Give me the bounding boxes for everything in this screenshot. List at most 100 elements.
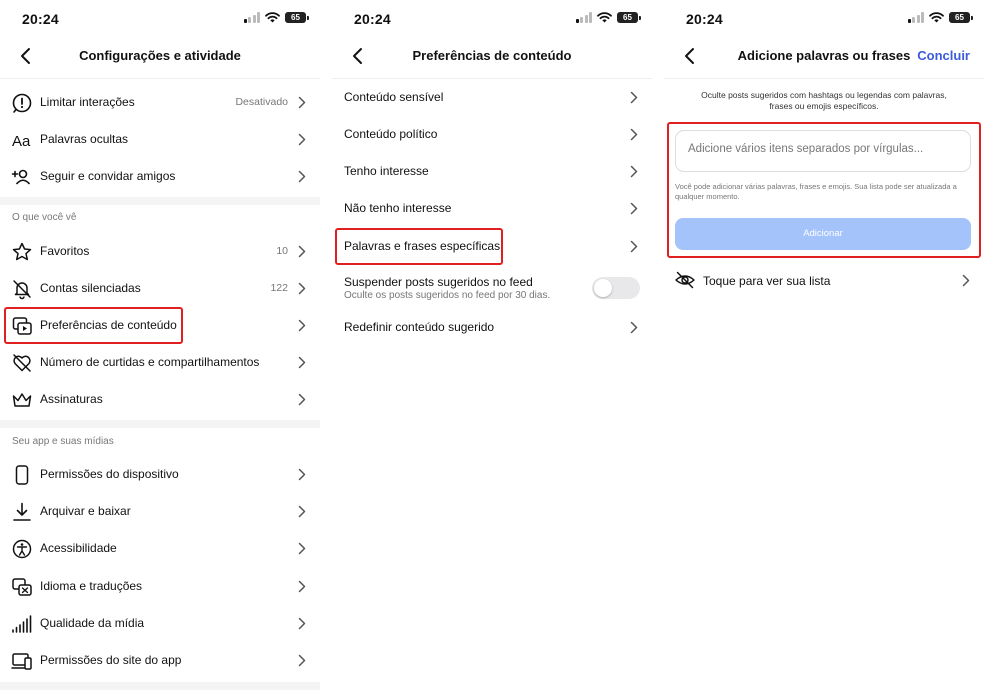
back-arrow-icon[interactable] bbox=[346, 44, 370, 68]
cellular-signal-icon bbox=[907, 12, 924, 23]
add-button[interactable]: Adicionar bbox=[675, 218, 971, 250]
menu-item-muted-accounts[interactable]: Contas silenciadas 122 bbox=[0, 270, 320, 307]
page-title: Adicione palavras ou frases bbox=[737, 48, 911, 63]
words-input-container bbox=[675, 130, 971, 172]
menu-item-specific-words[interactable]: Palavras e frases específicas bbox=[332, 228, 652, 265]
menu-item-label: Palavras e frases específicas bbox=[344, 239, 501, 253]
view-list-row[interactable]: Toque para ver sua lista bbox=[664, 264, 984, 298]
wifi-icon bbox=[597, 12, 612, 23]
content-preferences-screen: 20:24 65 Preferências de conteúdo Conteú… bbox=[332, 0, 652, 695]
chevron-right-icon bbox=[298, 170, 306, 183]
menu-item-label: Não tenho interesse bbox=[344, 201, 452, 215]
nav-header: Preferências de conteúdo bbox=[332, 38, 652, 74]
menu-item-follow-invite[interactable]: Seguir e convidar amigos bbox=[0, 158, 320, 195]
section-label-what-you-see: O que você vê bbox=[12, 212, 77, 223]
battery-icon: 65 bbox=[949, 12, 973, 23]
menu-item-label: Limitar interações bbox=[40, 95, 135, 109]
back-arrow-icon[interactable] bbox=[678, 44, 702, 68]
menu-item-value: Desativado bbox=[235, 96, 288, 108]
back-arrow-icon[interactable] bbox=[14, 44, 38, 68]
nav-header: Adicione palavras ou frases Concluir bbox=[664, 38, 984, 74]
menu-item-label: Idioma e traduções bbox=[40, 579, 143, 593]
chevron-right-icon bbox=[298, 654, 306, 667]
status-time: 20:24 bbox=[22, 11, 59, 27]
menu-item-label: Seguir e convidar amigos bbox=[40, 169, 176, 183]
download-icon bbox=[13, 502, 31, 521]
section-divider bbox=[0, 420, 320, 428]
menu-item-label: Preferências de conteúdo bbox=[40, 318, 177, 332]
helper-text: Você pode adicionar várias palavras, fra… bbox=[675, 182, 957, 201]
cellular-signal-icon bbox=[575, 12, 592, 23]
header-divider bbox=[664, 78, 984, 79]
status-bar: 20:24 65 bbox=[664, 0, 984, 38]
chevron-right-icon bbox=[298, 393, 306, 406]
chevron-right-icon bbox=[630, 91, 638, 104]
menu-item-hidden-words[interactable]: Aa Palavras ocultas bbox=[0, 121, 320, 158]
page-title: Configurações e atividade bbox=[79, 48, 241, 63]
menu-item-not-interested[interactable]: Não tenho interesse bbox=[332, 190, 652, 227]
menu-item-language-translations[interactable]: Idioma e traduções bbox=[0, 568, 320, 605]
words-input[interactable] bbox=[688, 143, 958, 155]
eye-off-icon bbox=[675, 271, 695, 289]
section-divider bbox=[0, 197, 320, 205]
menu-item-content-preferences[interactable]: Preferências de conteúdo bbox=[0, 307, 320, 344]
menu-item-label: Permissões do dispositivo bbox=[40, 467, 179, 481]
chevron-right-icon bbox=[298, 356, 306, 369]
menu-item-label: Conteúdo sensível bbox=[344, 90, 444, 104]
status-icons: 65 bbox=[575, 12, 641, 23]
menu-item-site-permissions[interactable]: Permissões do site do app bbox=[0, 642, 320, 679]
suspend-label: Suspender posts sugeridos no feed bbox=[344, 275, 533, 289]
heart-off-icon bbox=[13, 354, 31, 372]
menu-item-accessibility[interactable]: Acessibilidade bbox=[0, 530, 320, 567]
menu-item-label: Tenho interesse bbox=[344, 164, 429, 178]
svg-text:Aa: Aa bbox=[12, 133, 31, 150]
menu-item-label: Conteúdo político bbox=[344, 127, 438, 141]
menu-item-interested[interactable]: Tenho interesse bbox=[332, 153, 652, 190]
content-preferences-icon bbox=[12, 317, 32, 335]
chevron-right-icon bbox=[298, 468, 306, 481]
menu-item-reset-suggested[interactable]: Redefinir conteúdo sugerido bbox=[332, 309, 652, 346]
menu-item-label: Palavras ocultas bbox=[40, 132, 129, 146]
nav-header: Configurações e atividade bbox=[0, 38, 320, 74]
menu-item-device-permissions[interactable]: Permissões do dispositivo bbox=[0, 456, 320, 493]
menu-item-subscriptions[interactable]: Assinaturas bbox=[0, 381, 320, 418]
menu-item-label: Redefinir conteúdo sugerido bbox=[344, 320, 495, 334]
battery-icon: 65 bbox=[285, 12, 309, 23]
suspend-sublabel: Oculte os posts sugeridos no feed por 30… bbox=[344, 290, 551, 301]
menu-item-label: Acessibilidade bbox=[40, 541, 117, 555]
menu-item-archive-download[interactable]: Arquivar e baixar bbox=[0, 493, 320, 530]
battery-icon: 65 bbox=[617, 12, 641, 23]
limit-interactions-icon bbox=[12, 93, 32, 113]
menu-item-media-quality[interactable]: Qualidade da mídia bbox=[0, 605, 320, 642]
menu-item-label: Qualidade da mídia bbox=[40, 616, 145, 630]
chevron-right-icon bbox=[298, 319, 306, 332]
header-divider bbox=[0, 78, 320, 79]
menu-item-label: Arquivar e baixar bbox=[40, 504, 131, 518]
chevron-right-icon bbox=[298, 542, 306, 555]
done-button[interactable]: Concluir bbox=[917, 48, 970, 63]
page-title: Preferências de conteúdo bbox=[412, 48, 572, 63]
status-bar: 20:24 65 bbox=[332, 0, 652, 38]
muted-bell-icon bbox=[13, 280, 31, 300]
toggle-knob bbox=[594, 279, 612, 297]
phone-icon bbox=[15, 465, 29, 485]
chevron-right-icon bbox=[298, 580, 306, 593]
menu-item-count: 122 bbox=[270, 282, 288, 294]
menu-item-favorites[interactable]: Favoritos 10 bbox=[0, 233, 320, 270]
menu-item-political-content[interactable]: Conteúdo político bbox=[332, 116, 652, 153]
menu-item-count: 10 bbox=[276, 245, 288, 257]
chevron-right-icon bbox=[630, 240, 638, 253]
section-divider bbox=[0, 682, 320, 690]
chevron-right-icon bbox=[630, 165, 638, 178]
crown-icon bbox=[12, 393, 32, 407]
suspend-toggle[interactable] bbox=[592, 277, 640, 299]
menu-item-sensitive-content[interactable]: Conteúdo sensível bbox=[332, 79, 652, 116]
chevron-right-icon bbox=[298, 617, 306, 630]
menu-item-likes-shares[interactable]: Número de curtidas e compartilhamentos bbox=[0, 344, 320, 381]
section-label-app-media: Seu app e suas mídias bbox=[12, 436, 114, 447]
menu-item-limit-interactions[interactable]: Limitar interações Desativado bbox=[0, 84, 320, 121]
add-words-screen: 20:24 65 Adicione palavras ou frases Con… bbox=[664, 0, 984, 695]
translate-icon bbox=[12, 578, 32, 596]
accessibility-icon bbox=[12, 539, 32, 559]
status-time: 20:24 bbox=[686, 11, 723, 27]
